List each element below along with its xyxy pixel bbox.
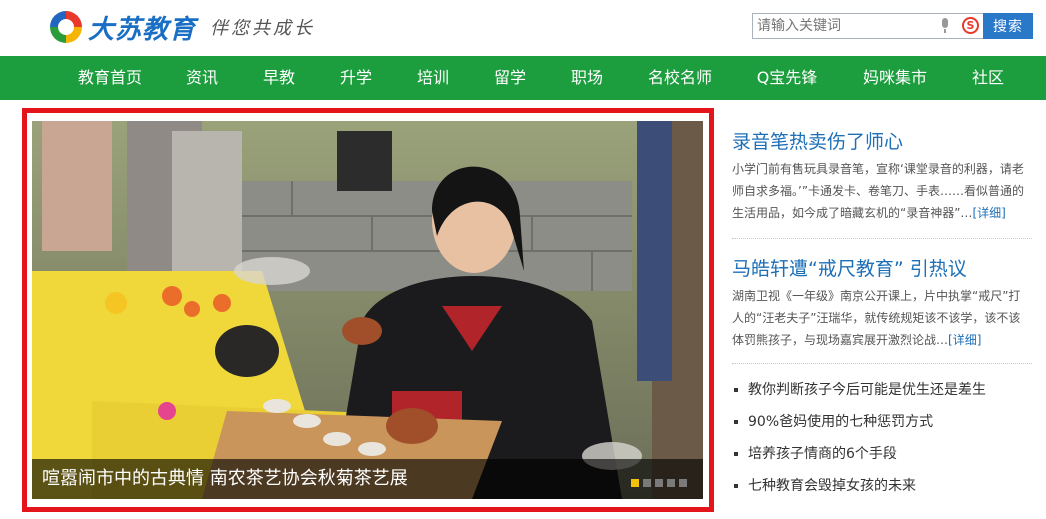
slide-dot[interactable]	[643, 479, 651, 487]
nav-item-community[interactable]: 社区	[972, 56, 1004, 100]
slide-caption[interactable]: 喧嚣闹市中的古典情 南农茶艺协会秋菊茶艺展	[42, 459, 408, 499]
nav-item-career[interactable]: 职场	[571, 56, 603, 100]
bullet-icon	[734, 388, 738, 392]
featured-slideshow: 喧嚣闹市中的古典情 南农茶艺协会秋菊茶艺展	[22, 108, 714, 512]
news-list: 教你判断孩子今后可能是优生还是差生 90%爸妈使用的七种惩罚方式 培养孩子情商的…	[730, 374, 1035, 502]
nav-item-early-education[interactable]: 早教	[263, 56, 295, 100]
bullet-icon	[734, 420, 738, 424]
bullet-icon	[734, 452, 738, 456]
divider	[732, 238, 1032, 239]
list-item-label: 七种教育会毁掉女孩的未来	[748, 478, 916, 494]
slide[interactable]: 喧嚣闹市中的古典情 南农茶艺协会秋菊茶艺展	[32, 121, 703, 499]
detail-link[interactable]: [详细]	[948, 333, 981, 347]
caption-bar: 喧嚣闹市中的古典情 南农茶艺协会秋菊茶艺展	[32, 459, 703, 499]
logo-name: 大苏教育	[88, 14, 197, 45]
list-item[interactable]: 90%爸妈使用的七种惩罚方式	[730, 406, 1035, 438]
slide-dot[interactable]	[631, 479, 639, 487]
nav-item-admission[interactable]: 升学	[340, 56, 372, 100]
list-item-label: 培养孩子情商的6个手段	[748, 446, 897, 462]
nav-item-mommy-market[interactable]: 妈咪集市	[863, 56, 927, 100]
featured-summary: 小学门前有售玩具录音笔，宣称‘课堂录音的利器，请老师自求多福。’”卡通发卡、卷笔…	[732, 158, 1032, 224]
featured-headline[interactable]: 马皓轩遭“戒尺教育” 引热议	[732, 254, 967, 281]
site-header: 大苏教育 伴您共成长 S 搜索	[0, 0, 1046, 56]
list-item-label: 90%爸妈使用的七种惩罚方式	[748, 414, 934, 430]
slide-dot[interactable]	[667, 479, 675, 487]
slide-dot[interactable]	[679, 479, 687, 487]
detail-link[interactable]: [详细]	[972, 206, 1005, 220]
list-item[interactable]: 七种教育会毁掉女孩的未来	[730, 470, 1035, 502]
site-slogan: 伴您共成长	[210, 18, 316, 39]
list-item[interactable]: 培养孩子情商的6个手段	[730, 438, 1035, 470]
nav-item-home[interactable]: 教育首页	[78, 56, 142, 100]
nav-item-famous-schools[interactable]: 名校名师	[648, 56, 712, 100]
logo-icon	[50, 11, 82, 43]
list-item-label: 教你判断孩子今后可能是优生还是差生	[748, 382, 986, 398]
featured-summary: 湖南卫视《一年级》南京公开课上，片中执掌“戒尺”打人的“汪老夫子”汪瑞华，就传统…	[732, 285, 1032, 351]
nav-item-news[interactable]: 资讯	[186, 56, 218, 100]
featured-headline[interactable]: 录音笔热卖伤了师心	[732, 127, 903, 154]
divider	[732, 363, 1032, 364]
bullet-icon	[734, 484, 738, 488]
tea-ceremony-photo	[32, 121, 703, 499]
search-button[interactable]: 搜索	[983, 13, 1033, 39]
nav-item-qbao[interactable]: Q宝先锋	[757, 56, 818, 100]
microphone-icon[interactable]	[940, 18, 950, 34]
main-nav: 教育首页 资讯 早教 升学 培训 留学 职场 名校名师 Q宝先锋 妈咪集市 社区	[0, 56, 1046, 100]
nav-item-training[interactable]: 培训	[417, 56, 449, 100]
search-bar: S 搜索	[752, 13, 1033, 39]
sogou-icon[interactable]: S	[962, 17, 979, 34]
site-logo[interactable]: 大苏教育 伴您共成长	[50, 10, 316, 45]
list-item[interactable]: 教你判断孩子今后可能是优生还是差生	[730, 374, 1035, 406]
slide-dot[interactable]	[655, 479, 663, 487]
nav-item-study-abroad[interactable]: 留学	[494, 56, 526, 100]
